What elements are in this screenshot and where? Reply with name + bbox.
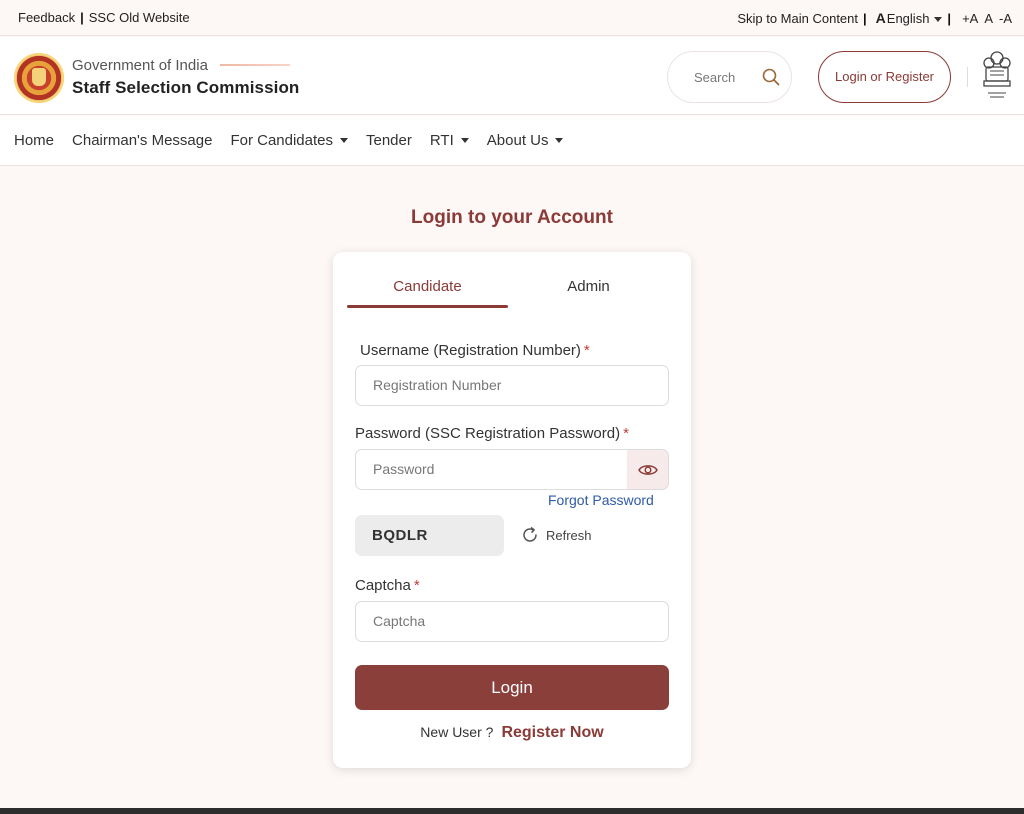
- captcha-image: BQDLR: [355, 515, 504, 556]
- font-increase-button[interactable]: +A: [962, 11, 978, 26]
- nav-item-label: Chairman's Message: [72, 132, 213, 149]
- nav-item-label: Tender: [366, 132, 412, 149]
- nav-item-for-candidates[interactable]: For Candidates: [230, 132, 348, 149]
- decorative-line: [220, 64, 290, 66]
- captcha-input[interactable]: Captcha: [355, 601, 669, 642]
- old-website-link[interactable]: SSC Old Website: [89, 10, 190, 25]
- caret-down-icon: [934, 16, 943, 22]
- new-user-text: New User ?: [420, 724, 494, 740]
- main-navigation: Home Chairman's Message For Candidates T…: [0, 116, 1024, 166]
- username-input[interactable]: Registration Number: [355, 365, 669, 406]
- nav-item-label: About Us: [486, 132, 549, 149]
- nav-item-label: RTI: [429, 132, 454, 149]
- utility-links-left: Feedback | SSC Old Website: [18, 10, 190, 25]
- nav-item-about-us[interactable]: About Us: [487, 132, 564, 149]
- language-icon: A: [875, 10, 886, 26]
- language-select[interactable]: English: [887, 11, 943, 26]
- header-divider: [967, 67, 968, 87]
- search-placeholder: Search: [694, 70, 736, 85]
- new-user-prompt: New User ? Register Now: [333, 724, 691, 742]
- show-password-button[interactable]: [627, 449, 669, 490]
- utility-links-right: Skip to Main Content | A English | +A A …: [737, 10, 1012, 26]
- ssc-logo[interactable]: [14, 53, 64, 103]
- tab-admin[interactable]: Admin: [508, 278, 669, 295]
- nav-item-tender[interactable]: Tender: [366, 132, 412, 149]
- forgot-password-link[interactable]: Forgot Password: [548, 492, 654, 508]
- required-mark: *: [583, 342, 590, 359]
- password-label-text: Password (SSC Registration Password): [355, 425, 621, 442]
- password-input[interactable]: Password: [355, 449, 628, 490]
- login-button[interactable]: Login: [355, 665, 669, 710]
- active-tab-indicator: [347, 305, 508, 308]
- separator: |: [947, 10, 952, 26]
- caret-down-icon: [460, 138, 469, 143]
- eye-icon: [638, 465, 658, 475]
- register-now-link[interactable]: Register Now: [501, 724, 603, 741]
- page-title: Login to your Account: [411, 207, 613, 228]
- required-mark: *: [413, 577, 420, 594]
- font-normal-button[interactable]: A: [984, 11, 993, 26]
- separator: |: [863, 10, 867, 26]
- caret-down-icon: [340, 138, 348, 143]
- password-label: Password (SSC Registration Password) *: [355, 425, 629, 442]
- refresh-icon: [523, 527, 537, 542]
- top-utility-bar: Feedback | SSC Old Website Skip to Main …: [0, 0, 1024, 36]
- nav-item-label: For Candidates: [230, 132, 333, 149]
- language-label: English: [886, 10, 930, 26]
- refresh-captcha-button[interactable]: Refresh: [521, 526, 592, 544]
- skip-to-main-link[interactable]: Skip to Main Content: [737, 11, 858, 26]
- site-header: Government of India Staff Selection Comm…: [0, 37, 1024, 115]
- login-or-register-button[interactable]: Login or Register: [818, 51, 951, 103]
- nav-item-home[interactable]: Home: [14, 132, 54, 149]
- required-mark: *: [623, 425, 629, 442]
- tab-candidate[interactable]: Candidate: [347, 278, 508, 295]
- username-label-text: Username (Registration Number): [360, 342, 581, 359]
- national-emblem: [983, 51, 1011, 98]
- feedback-link[interactable]: Feedback: [18, 10, 75, 25]
- nav-item-label: Home: [14, 132, 55, 149]
- username-label: Username (Registration Number) *: [360, 342, 590, 359]
- font-decrease-button[interactable]: -A: [999, 11, 1012, 26]
- refresh-label: Refresh: [546, 527, 592, 543]
- captcha-label: Captcha *: [355, 577, 420, 594]
- nav-item-rti[interactable]: RTI: [430, 132, 469, 149]
- captcha-label-text: Captcha: [355, 577, 411, 594]
- search-box[interactable]: Search: [667, 51, 792, 103]
- organization-name[interactable]: Staff Selection Commission: [72, 78, 299, 98]
- separator: |: [80, 10, 84, 25]
- login-card: Candidate Admin Username (Registration N…: [333, 252, 691, 768]
- government-name: Government of India: [72, 57, 208, 74]
- caret-down-icon: [555, 138, 564, 143]
- footer-edge: [0, 808, 1024, 814]
- search-icon[interactable]: [762, 68, 780, 86]
- nav-item-chairmans-message[interactable]: Chairman's Message: [72, 132, 212, 149]
